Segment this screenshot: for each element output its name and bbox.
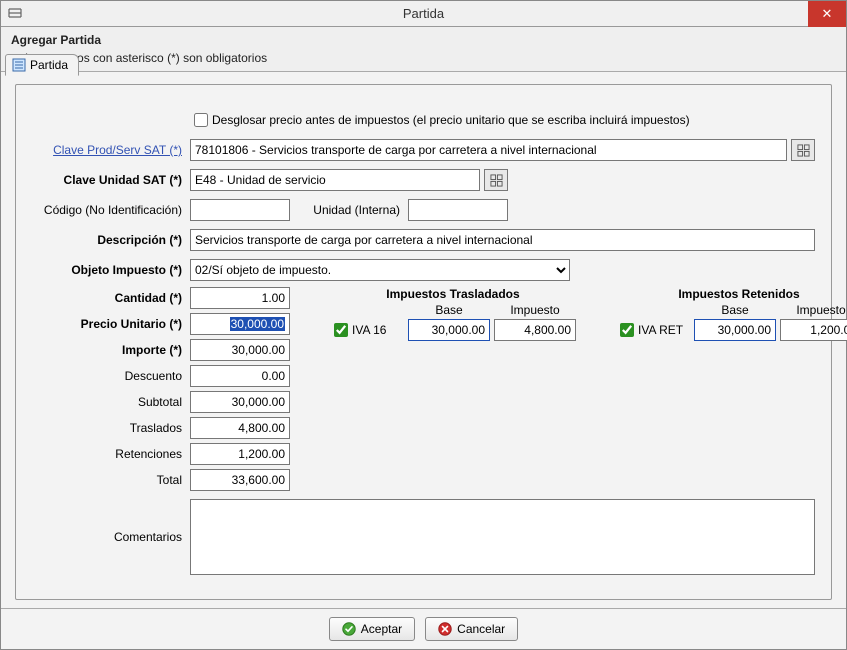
precio-unitario-input[interactable]: 30,000.00	[190, 313, 290, 335]
clave-prod-lookup-button[interactable]	[791, 139, 815, 161]
form-icon	[12, 58, 26, 72]
codigo-label: Código (No Identificación)	[32, 203, 190, 217]
descripcion-input[interactable]	[190, 229, 815, 251]
tax-trasladados-title: Impuestos Trasladados	[330, 287, 576, 301]
cancel-label: Cancelar	[457, 622, 505, 636]
search-icon	[797, 144, 810, 157]
cancel-icon	[438, 622, 452, 636]
clave-prod-link[interactable]: Clave Prod/Serv SAT (*)	[53, 143, 182, 157]
row-codigo: Código (No Identificación) Unidad (Inter…	[32, 197, 815, 223]
accept-button[interactable]: Aceptar	[329, 617, 415, 641]
tax-ivaret-base[interactable]	[694, 319, 776, 341]
comentarios-input[interactable]	[190, 499, 815, 575]
unidad-interna-input[interactable]	[408, 199, 508, 221]
check-icon	[342, 622, 356, 636]
titlebar: Partida ✕	[1, 1, 846, 27]
tax-ivaret-checkbox[interactable]	[620, 323, 634, 337]
precio-unitario-label: Precio Unitario (*)	[32, 317, 190, 331]
header-band: Agregar Partida Los campos con asterisco…	[1, 27, 846, 72]
retenciones-label: Retenciones	[32, 447, 190, 461]
search-icon	[490, 174, 503, 187]
desglosar-label: Desglosar precio antes de impuestos (el …	[212, 113, 690, 127]
importe-input	[190, 339, 290, 361]
objeto-impuesto-label: Objeto Impuesto (*)	[32, 263, 190, 277]
tax-iva16-checkbox[interactable]	[334, 323, 348, 337]
tax-trasladados-col: Impuestos Trasladados Base Impuesto IVA …	[330, 287, 576, 341]
tax-retenidos-col: Impuestos Retenidos Base Impuesto IVA RE…	[616, 287, 847, 341]
cantidad-label: Cantidad (*)	[32, 291, 190, 305]
codigo-input[interactable]	[190, 199, 290, 221]
row-clave-prod: Clave Prod/Serv SAT (*)	[32, 137, 815, 163]
close-button[interactable]: ✕	[808, 1, 846, 27]
tax-iva16-name: IVA 16	[352, 323, 386, 337]
tax-col-base-label-2: Base	[694, 303, 776, 317]
traslados-label: Traslados	[32, 421, 190, 435]
dialog-window: Partida ✕ Agregar Partida Los campos con…	[0, 0, 847, 650]
clave-prod-input[interactable]	[190, 139, 787, 161]
total-input	[190, 469, 290, 491]
clave-unidad-lookup-button[interactable]	[484, 169, 508, 191]
descripcion-label: Descripción (*)	[32, 233, 190, 247]
descuento-label: Descuento	[32, 369, 190, 383]
tax-retenidos-title: Impuestos Retenidos	[616, 287, 847, 301]
total-label: Total	[32, 473, 190, 487]
tax-col-impuesto-label-2: Impuesto	[780, 303, 847, 317]
buttons-bar: Aceptar Cancelar	[1, 608, 846, 649]
tax-col-impuesto-label: Impuesto	[494, 303, 576, 317]
tab-partida[interactable]: Partida	[5, 54, 79, 76]
retenciones-input	[190, 443, 290, 465]
descuento-input[interactable]	[190, 365, 290, 387]
subtotal-input	[190, 391, 290, 413]
tab-panel: Desglosar precio antes de impuestos (el …	[15, 84, 832, 600]
desglosar-checkbox[interactable]	[194, 113, 208, 127]
clave-unidad-label: Clave Unidad SAT (*)	[32, 173, 190, 187]
close-icon: ✕	[822, 6, 833, 22]
tax-iva16-base[interactable]	[408, 319, 490, 341]
tax-ivaret-name: IVA RET	[638, 323, 683, 337]
subtotal-label: Subtotal	[32, 395, 190, 409]
row-cantidad: Cantidad (*) Precio Unitario (*) 30,000.…	[32, 287, 815, 491]
row-comentarios: Comentarios	[32, 499, 815, 575]
accept-label: Aceptar	[361, 622, 402, 636]
row-descripcion: Descripción (*)	[32, 227, 815, 253]
importe-label: Importe (*)	[32, 343, 190, 357]
page-title: Agregar Partida	[11, 33, 836, 47]
tax-col-base-label: Base	[408, 303, 490, 317]
window-title: Partida	[1, 6, 846, 21]
tax-row-iva16: IVA 16	[330, 319, 576, 341]
tab-label: Partida	[30, 58, 68, 72]
row-objeto-impuesto: Objeto Impuesto (*) 02/Sí objeto de impu…	[32, 257, 815, 283]
form-area: Desglosar precio antes de impuestos (el …	[16, 85, 831, 585]
row-clave-unidad: Clave Unidad SAT (*)	[32, 167, 815, 193]
main-area: Partida Desglosar precio antes de impues…	[1, 72, 846, 608]
objeto-impuesto-select[interactable]: 02/Sí objeto de impuesto.	[190, 259, 570, 281]
row-desglosar: Desglosar precio antes de impuestos (el …	[32, 107, 815, 133]
traslados-input	[190, 417, 290, 439]
page-subtitle: Los campos con asterisco (*) son obligat…	[25, 51, 836, 65]
cancel-button[interactable]: Cancelar	[425, 617, 518, 641]
comentarios-label: Comentarios	[32, 530, 190, 544]
clave-unidad-input[interactable]	[190, 169, 480, 191]
tax-row-ivaret: IVA RET	[616, 319, 847, 341]
tax-ivaret-impuesto[interactable]	[780, 319, 847, 341]
tax-iva16-impuesto[interactable]	[494, 319, 576, 341]
cantidad-input[interactable]	[190, 287, 290, 309]
unidad-interna-label: Unidad (Interna)	[290, 203, 408, 217]
